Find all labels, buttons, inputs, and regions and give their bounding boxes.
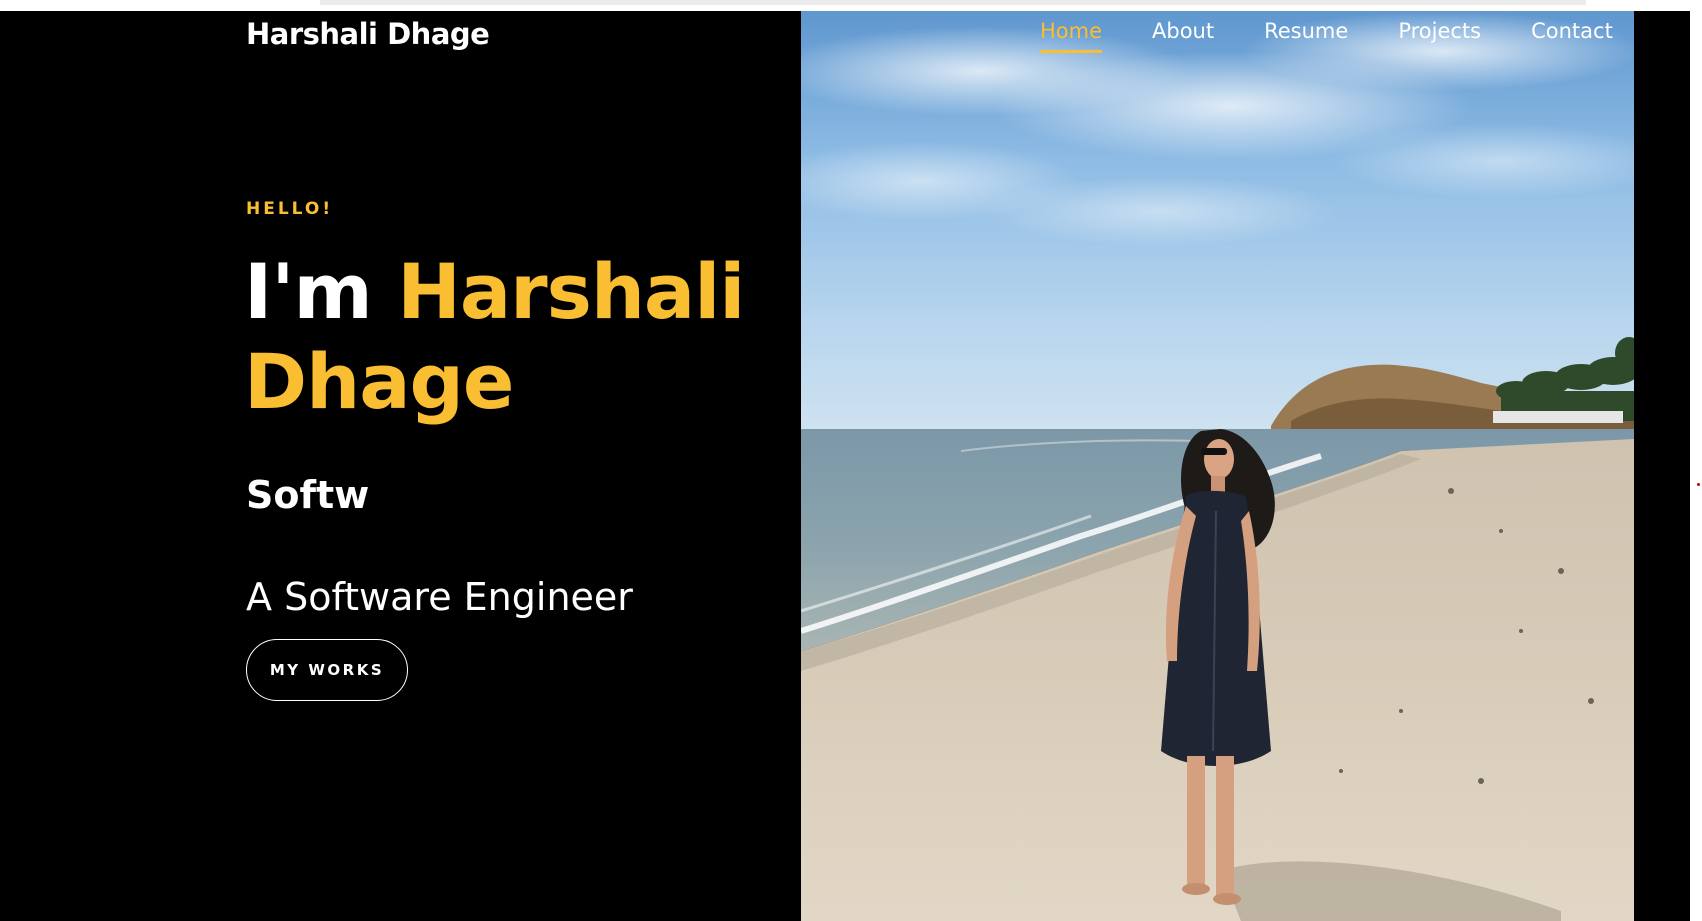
hero-section: Harshali Dhage HELLO! I'm Harshali Dhage… — [0, 11, 1634, 921]
cursor-dot — [1697, 483, 1700, 486]
hero-name-first: Harshali — [397, 247, 745, 336]
my-works-button[interactable]: MY WORKS — [246, 639, 408, 701]
hero-intro: I'm — [244, 247, 373, 336]
nav-item-contact[interactable]: Contact — [1531, 19, 1613, 53]
hero-headline: I'm Harshali Dhage — [244, 247, 764, 427]
brand-logo[interactable]: Harshali Dhage — [246, 17, 490, 51]
hero-photo — [801, 11, 1634, 921]
nav-item-resume[interactable]: Resume — [1264, 19, 1348, 53]
nav-item-home[interactable]: Home — [1040, 19, 1103, 53]
browser-top-strip — [0, 0, 1702, 11]
nav-item-projects[interactable]: Projects — [1398, 19, 1481, 53]
beach-photo-illustration — [801, 11, 1634, 921]
hero-typed-text: Softw — [246, 473, 370, 517]
hero-subtitle: A Software Engineer — [246, 575, 633, 619]
main-nav: Home About Resume Projects Contact — [1040, 19, 1613, 69]
right-gutter — [1634, 11, 1690, 921]
nav-item-about[interactable]: About — [1152, 19, 1214, 53]
scrollbar[interactable] — [1690, 11, 1702, 921]
hero-greeting: HELLO! — [246, 199, 334, 219]
browser-scroll-track — [320, 0, 1586, 5]
hero-name-last: Dhage — [244, 337, 514, 426]
